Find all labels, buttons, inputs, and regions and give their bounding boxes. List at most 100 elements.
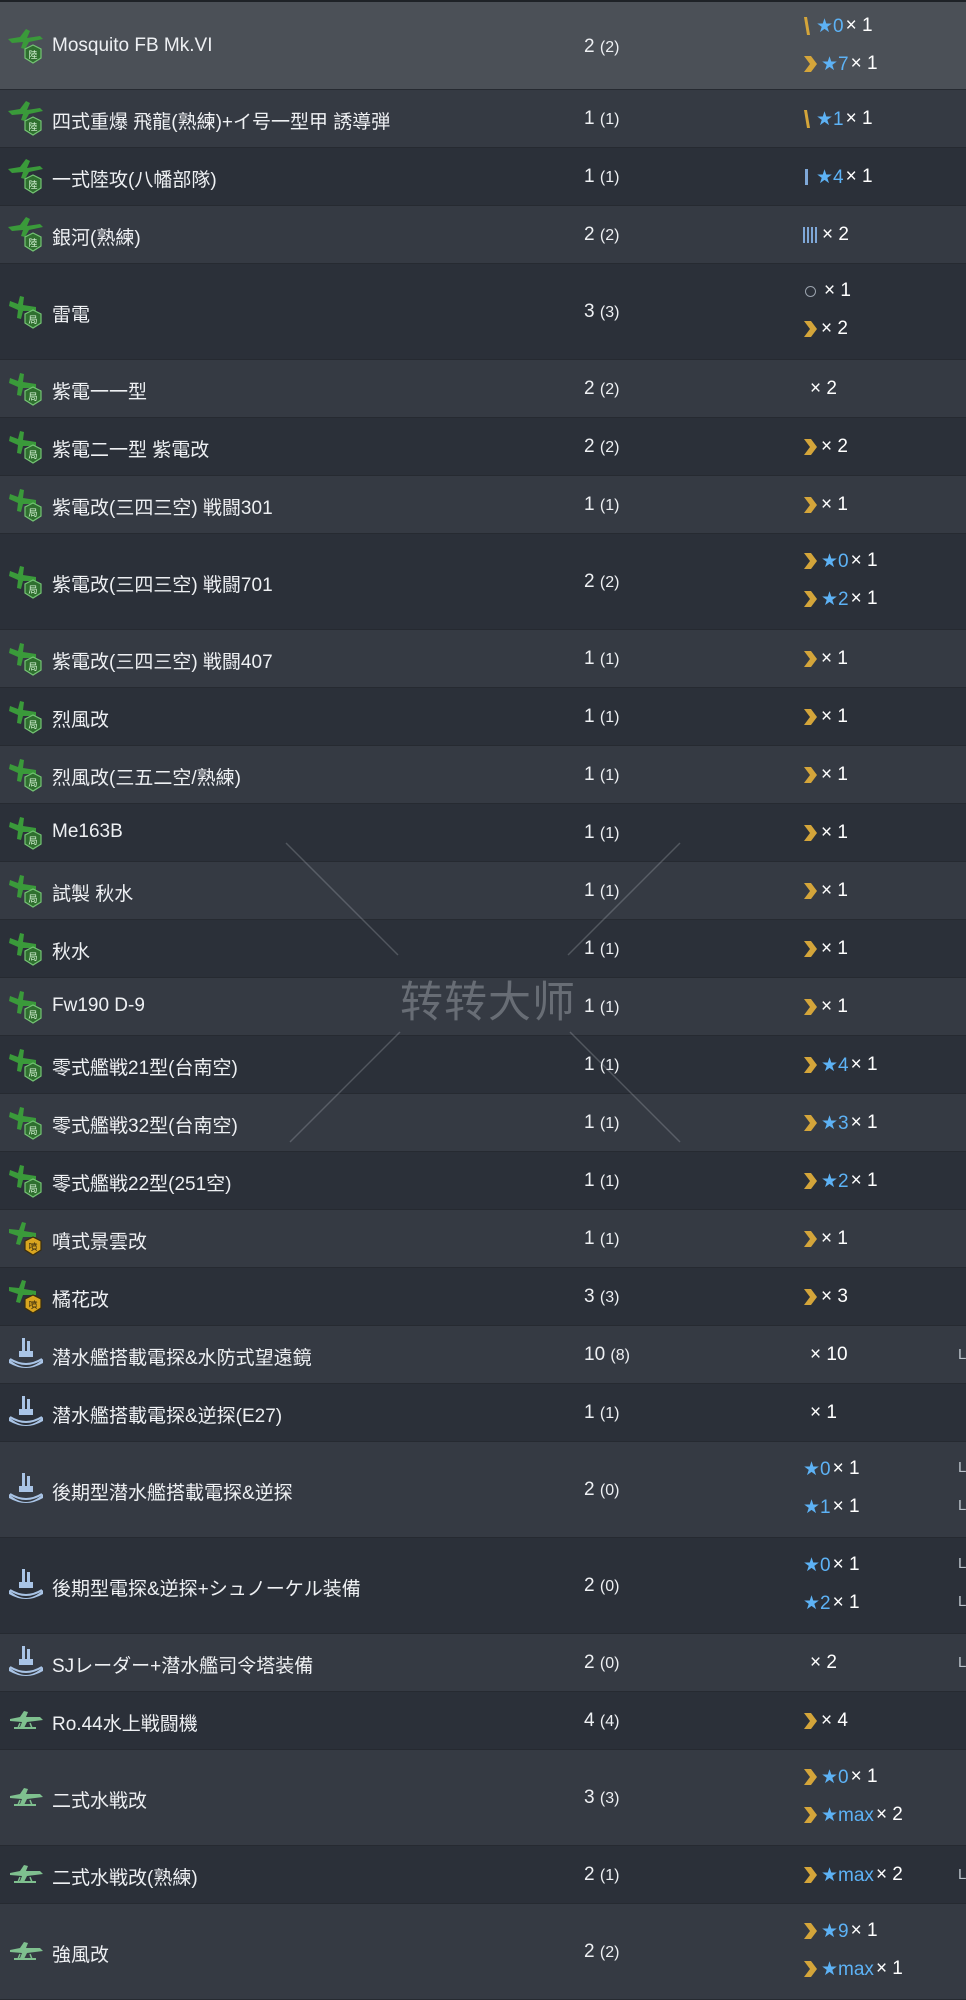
quantity: × 1	[810, 1402, 837, 1423]
proficiency-chevron-icon	[804, 553, 817, 569]
equipment-name: 零式艦戦21型(台南空)	[52, 1058, 238, 1079]
equipment-row[interactable]: 局 紫電一一型 2 (2) × 2	[0, 360, 966, 418]
improvement-level: ★0	[803, 1458, 831, 1480]
equipment-row[interactable]: 局 烈風改(三五二空/熟練) 1 (1) × 1	[0, 746, 966, 804]
submarine-equipment-icon	[6, 1393, 46, 1433]
available-count: (3)	[599, 1790, 620, 1807]
equipment-row[interactable]: 潜水艦搭載電探&水防式望遠鏡 10 (8) × 10 L	[0, 1326, 966, 1384]
proficiency-breakdown: × 1	[802, 804, 932, 862]
equipment-count: 1 (1)	[584, 1228, 619, 1250]
equipment-row[interactable]: Ro.44水上戦闘機 4 (4) × 4	[0, 1692, 966, 1750]
quantity: × 2	[810, 378, 837, 399]
equipment-row[interactable]: 局 試製 秋水 1 (1) × 1	[0, 862, 966, 920]
available-count: (1)	[599, 111, 620, 128]
equipment-row[interactable]: 局 雷電 3 (3) × 1 × 2	[0, 264, 966, 360]
available-count: (1)	[599, 651, 620, 668]
equipment-row[interactable]: 局 Me163B 1 (1) × 1	[0, 804, 966, 862]
equipment-row[interactable]: SJレーダー+潜水艦司令塔装備 2 (0) × 2 L	[0, 1634, 966, 1692]
equipment-row[interactable]: 局 紫電改(三四三空) 戦闘407 1 (1) × 1	[0, 630, 966, 688]
equipment-row[interactable]: 局 Fw190 D-9 1 (1) × 1	[0, 978, 966, 1036]
improvement-level: ★3	[821, 1112, 849, 1134]
equipment-row[interactable]: 局 紫電改(三四三空) 戦闘701 2 (2) ★0 × 1 ★2 × 1	[0, 534, 966, 630]
equipment-name: 烈風改	[52, 710, 110, 731]
proficiency-line: × 1	[802, 1227, 848, 1251]
improvement-level: ★7	[821, 53, 849, 75]
proficiency-breakdown: × 2	[802, 418, 932, 476]
equipment-row[interactable]: 二式水戦改(熟練) 2 (1) ★max × 2 L	[0, 1846, 966, 1904]
equipment-count: 1 (1)	[584, 648, 619, 670]
truncated-column-text: L	[958, 1654, 966, 1671]
equipment-row[interactable]: 局 零式艦戦22型(251空) 1 (1) ★2 × 1	[0, 1152, 966, 1210]
equipment-row[interactable]: 噴 噴式景雲改 1 (1) × 1	[0, 1210, 966, 1268]
available-count: (2)	[599, 39, 620, 56]
svg-text:局: 局	[28, 1126, 37, 1137]
equipment-row[interactable]: 局 紫電改(三四三空) 戦闘301 1 (1) × 1	[0, 476, 966, 534]
svg-text:噴: 噴	[28, 1241, 37, 1253]
equipment-row[interactable]: 局 紫電二一型 紫電改 2 (2) × 2	[0, 418, 966, 476]
proficiency-chevron-icon	[804, 767, 817, 783]
equipment-row[interactable]: 陸 銀河(熟練) 2 (2) × 2	[0, 206, 966, 264]
proficiency-line: ★4 × 1	[802, 165, 873, 189]
proficiency-breakdown: ★0 × 1 ★max × 2	[802, 1750, 932, 1846]
available-count: (3)	[599, 1289, 620, 1306]
svg-text:局: 局	[28, 315, 37, 326]
proficiency-chevron-icon	[804, 1807, 817, 1823]
svg-text:局: 局	[28, 778, 37, 789]
equipment-row[interactable]: 陸 Mosquito FB Mk.VI 2 (2) ★0 × 1 ★7 × 1	[0, 0, 966, 90]
equipment-name: 紫電二一型 紫電改	[52, 440, 210, 461]
equipment-name: 秋水	[52, 942, 91, 963]
quantity: × 1	[845, 166, 873, 187]
proficiency-line: × 1	[802, 705, 848, 729]
equipment-name: 後期型潜水艦搭載電探&逆探	[52, 1483, 293, 1504]
equipment-row[interactable]: 二式水戦改 3 (3) ★0 × 1 ★max × 2	[0, 1750, 966, 1846]
proficiency-breakdown: × 1	[802, 630, 932, 688]
interceptor-icon: 局	[6, 1045, 46, 1085]
proficiency-breakdown: ★0 × 1 ★7 × 1	[802, 2, 932, 92]
total-count: 3	[584, 301, 595, 322]
proficiency-breakdown: × 2	[802, 206, 932, 264]
equipment-count: 1 (1)	[584, 108, 619, 130]
quantity: × 2	[821, 436, 848, 457]
svg-text:局: 局	[28, 662, 37, 673]
equipment-row[interactable]: 局 零式艦戦21型(台南空) 1 (1) ★4 × 1	[0, 1036, 966, 1094]
equipment-row[interactable]: 陸 一式陸攻(八幡部隊) 1 (1) ★4 × 1	[0, 148, 966, 206]
svg-text:局: 局	[28, 894, 37, 905]
available-count: (0)	[599, 1482, 620, 1499]
proficiency-chevron-icon	[804, 825, 817, 841]
equipment-name: Mosquito FB Mk.VI	[52, 35, 213, 56]
equipment-row[interactable]: 局 秋水 1 (1) × 1	[0, 920, 966, 978]
equipment-row[interactable]: 局 零式艦戦32型(台南空) 1 (1) ★3 × 1	[0, 1094, 966, 1152]
truncated-column-text: L	[958, 1555, 966, 1572]
quantity: × 1	[845, 15, 873, 36]
proficiency-chevron-icon	[804, 709, 817, 725]
svg-text:陸: 陸	[28, 49, 37, 61]
improvement-level: ★4	[816, 166, 844, 188]
proficiency-line: × 1	[802, 879, 848, 903]
proficiency-chevron-icon	[804, 651, 817, 667]
equipment-row[interactable]: 後期型潜水艦搭載電探&逆探 2 (0) ★0 × 1 ★1 × 1LL	[0, 1442, 966, 1538]
equipment-name: 烈風改(三五二空/熟練)	[52, 768, 241, 789]
equipment-name: 試製 秋水	[52, 884, 134, 905]
total-count: 2	[584, 36, 595, 57]
proficiency-chevron-icon	[804, 56, 817, 72]
equipment-count: 1 (1)	[584, 1112, 619, 1134]
equipment-count: 1 (1)	[584, 880, 619, 902]
interceptor-icon: 局	[6, 485, 46, 525]
quantity: × 1	[850, 550, 878, 571]
equipment-count: 10 (8)	[584, 1344, 630, 1366]
total-count: 1	[584, 1228, 595, 1249]
quantity: × 1	[850, 1112, 878, 1133]
equipment-name: 零式艦戦22型(251空)	[52, 1174, 232, 1195]
equipment-name: 零式艦戦32型(台南空)	[52, 1116, 238, 1137]
interceptor-icon: 局	[6, 639, 46, 679]
proficiency-ring-icon	[805, 285, 816, 297]
equipment-count: 1 (1)	[584, 938, 619, 960]
equipment-count: 2 (0)	[584, 1575, 619, 1597]
equipment-row[interactable]: 噴 橘花改 3 (3) × 3	[0, 1268, 966, 1326]
total-count: 1	[584, 822, 595, 843]
equipment-row[interactable]: 陸 四式重爆 飛龍(熟練)+イ号一型甲 誘導弾 1 (1) ★1 × 1	[0, 90, 966, 148]
proficiency-chevron-icon	[804, 1057, 817, 1073]
equipment-row[interactable]: 潜水艦搭載電探&逆探(E27) 1 (1) × 1	[0, 1384, 966, 1442]
equipment-row[interactable]: 局 烈風改 1 (1) × 1	[0, 688, 966, 746]
equipment-row[interactable]: 後期型電探&逆探+シュノーケル装備 2 (0) ★0 × 1 ★2 × 1LL	[0, 1538, 966, 1634]
